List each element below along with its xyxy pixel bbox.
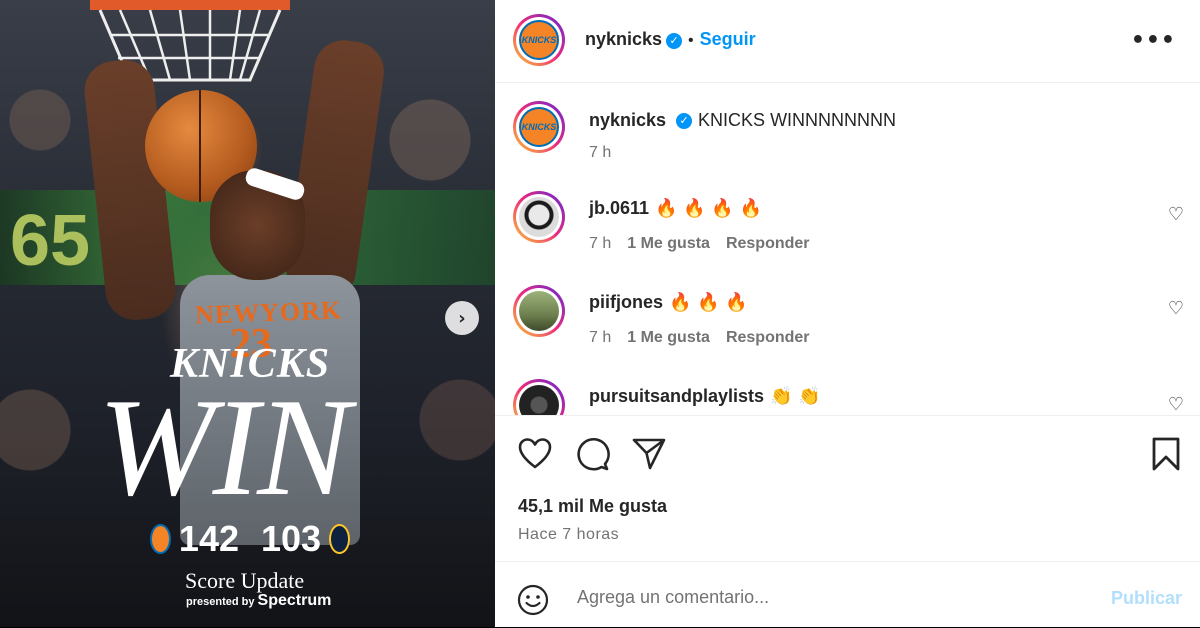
comment-text-line: piifjones 🔥 🔥 🔥: [589, 292, 748, 313]
next-image-button[interactable]: ›: [445, 301, 479, 335]
avatar-logo-text: KNICKS: [521, 122, 557, 132]
away-score: 103: [261, 518, 322, 559]
final-score: 142 103: [150, 518, 350, 560]
avatar[interactable]: KNICKS: [513, 101, 565, 153]
avatar[interactable]: [513, 191, 565, 243]
avatar[interactable]: KNICKS: [513, 14, 565, 66]
score-update-label: Score Update: [185, 568, 305, 593]
avatar[interactable]: [513, 285, 565, 337]
save-bookmark-icon[interactable]: [1148, 436, 1184, 472]
reply-button[interactable]: Responder: [726, 329, 810, 346]
avatar-logo-text: KNICKS: [521, 35, 557, 45]
caption-time: 7 h: [589, 144, 612, 161]
post-header: KNICKS nyknicks ✓ • Seguir •••: [495, 0, 1200, 83]
post-timestamp: Hace 7 horas: [518, 526, 620, 543]
header-username[interactable]: nyknicks: [585, 29, 662, 49]
like-comment-heart-icon[interactable]: ♡: [1168, 204, 1184, 225]
caption-text: KNICKS WINNNNNNNN: [698, 110, 897, 130]
comment-text-line: jb.0611 🔥 🔥 🔥 🔥: [589, 198, 762, 219]
presented-by-label: presented by: [186, 596, 255, 608]
verified-badge-icon: ✓: [666, 32, 683, 49]
comment-likes[interactable]: 1 Me gusta: [627, 329, 710, 346]
comment-username[interactable]: pursuitsandplaylists: [589, 386, 764, 406]
reply-button[interactable]: Responder: [726, 235, 810, 252]
comment-composer: Publicar: [495, 561, 1200, 628]
knicks-logo-icon: [150, 524, 171, 554]
comment-meta: 7 h 1 Me gusta Responder: [589, 235, 810, 253]
sponsor-name: Spectrum: [257, 592, 332, 609]
more-options-icon[interactable]: •••: [1131, 28, 1176, 53]
comment-time: 7 h: [589, 329, 612, 346]
publish-button[interactable]: Publicar: [1111, 588, 1182, 609]
post-modal: 65 NEWYORK 23 KNICKS WIN 142 103 Score U…: [0, 0, 1200, 627]
post-details-panel: KNICKS nyknicks ✓ • Seguir ••• KNICKS nykni…: [495, 0, 1200, 627]
comment-likes[interactable]: 1 Me gusta: [627, 235, 710, 252]
comments-list[interactable]: KNICKS nyknicks ✓ KNICKS WINNNNNNNN 7 h jb…: [495, 83, 1200, 415]
comment-time: 7 h: [589, 235, 612, 252]
likes-count[interactable]: 45,1 mil Me gusta: [518, 496, 667, 517]
emoji-icon[interactable]: [517, 584, 549, 616]
post-actions: 45,1 mil Me gusta Hace 7 horas: [495, 415, 1200, 561]
comment-username[interactable]: piifjones: [589, 292, 663, 312]
user-photo: [519, 197, 559, 237]
home-score: 142: [178, 518, 239, 559]
like-comment-heart-icon[interactable]: ♡: [1168, 394, 1184, 415]
comment-text: 👏 👏: [770, 386, 821, 407]
verified-badge-icon: ✓: [676, 113, 693, 130]
header-user-line: nyknicks ✓ • Seguir: [585, 29, 756, 50]
nuggets-logo-icon: [329, 524, 350, 554]
comment-text: 🔥 🔥 🔥: [669, 292, 748, 313]
separator-dot: •: [688, 32, 694, 49]
comment-input[interactable]: [575, 586, 1079, 609]
caption-username[interactable]: nyknicks: [589, 110, 666, 130]
scoreboard-number: 65: [10, 201, 91, 281]
sponsor-line: presented by Spectrum: [186, 592, 331, 610]
comment-username[interactable]: jb.0611: [589, 198, 649, 218]
overlay-win-text: WIN: [98, 370, 351, 525]
comment-bubble-icon[interactable]: [574, 436, 610, 472]
chevron-right-icon: ›: [458, 307, 466, 329]
user-photo: [519, 291, 559, 331]
share-paper-plane-icon[interactable]: [631, 436, 667, 472]
avatar[interactable]: [513, 379, 565, 415]
like-comment-heart-icon[interactable]: ♡: [1168, 298, 1184, 319]
comment-text: 🔥 🔥 🔥 🔥: [655, 198, 762, 219]
caption-text-line: nyknicks ✓ KNICKS WINNNNNNNN: [589, 110, 896, 131]
like-heart-icon[interactable]: [517, 436, 553, 472]
follow-button[interactable]: Seguir: [700, 29, 756, 49]
comment-text-line: pursuitsandplaylists 👏 👏: [589, 386, 821, 407]
post-image[interactable]: 65 NEWYORK 23 KNICKS WIN 142 103 Score U…: [0, 0, 495, 627]
comment-meta: 7 h 1 Me gusta Responder: [589, 329, 810, 347]
